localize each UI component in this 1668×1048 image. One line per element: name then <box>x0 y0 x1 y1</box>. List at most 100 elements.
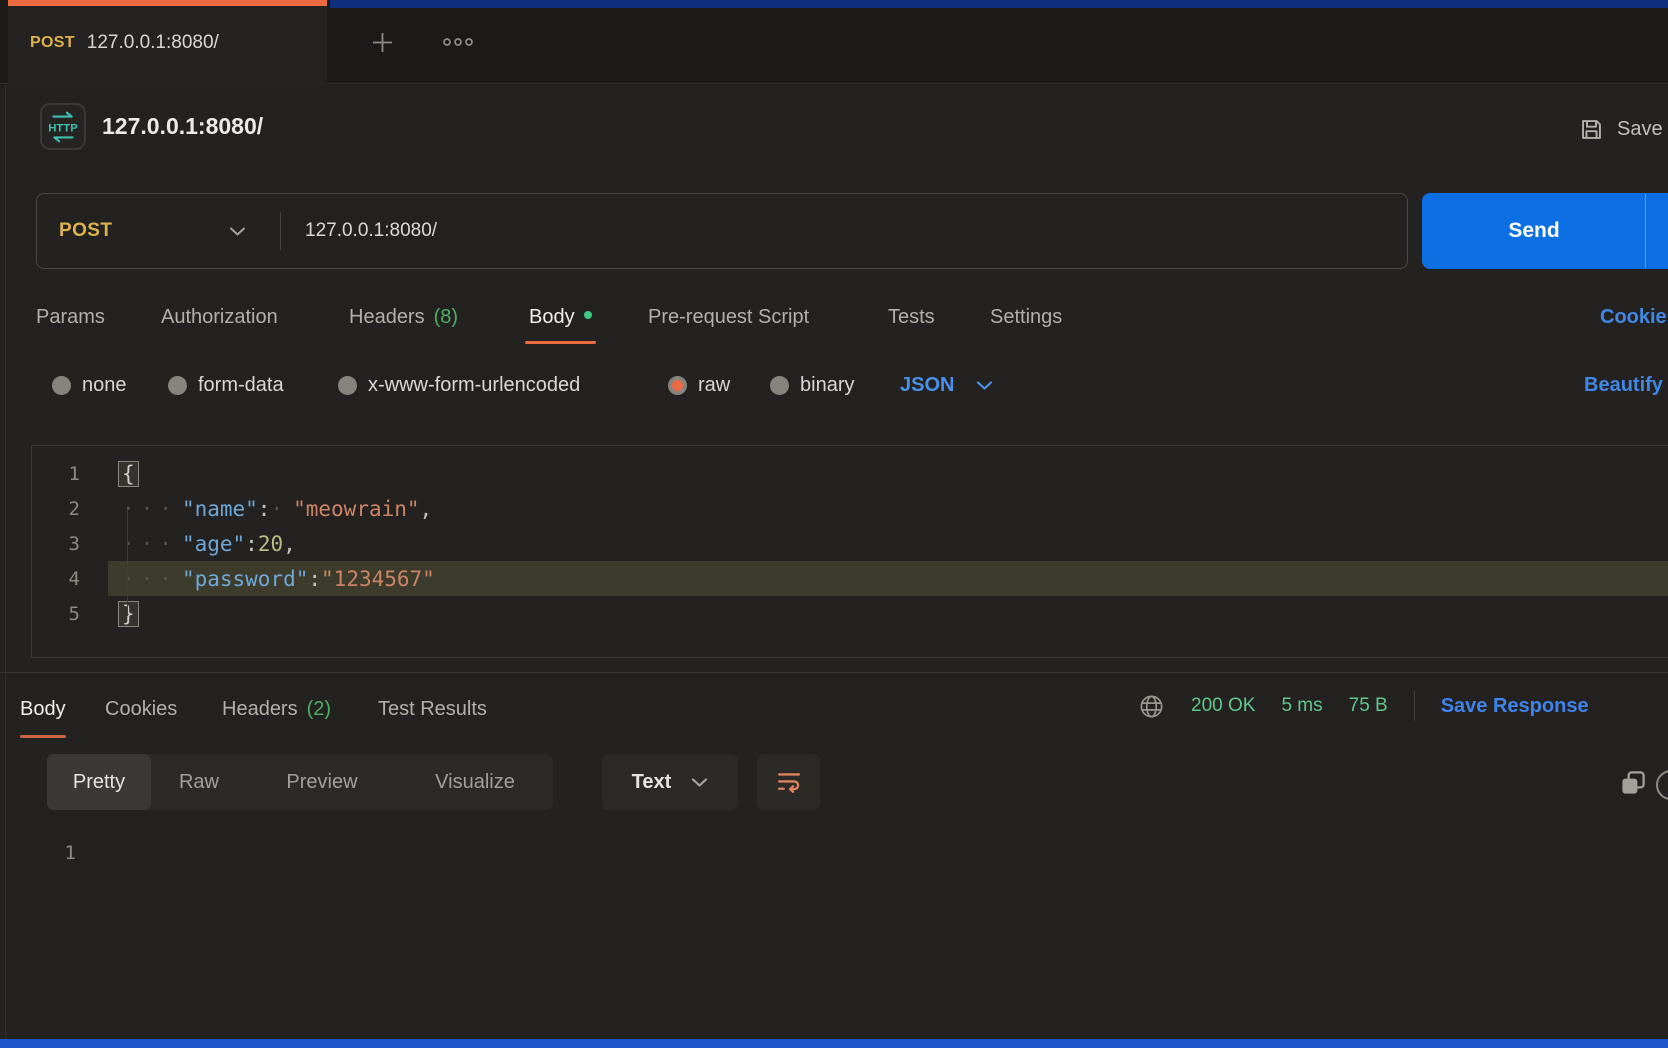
view-tab-pretty[interactable]: Pretty <box>47 754 151 810</box>
tab-label: Headers <box>349 306 425 329</box>
token-key: "age" <box>182 532 245 556</box>
request-tab-params[interactable]: Params <box>36 290 105 344</box>
code-line-2[interactable]: 2···"name":·"meowrain", <box>32 491 1668 526</box>
save-button[interactable]: Save <box>1578 110 1668 148</box>
request-tab-settings[interactable]: Settings <box>990 290 1062 344</box>
send-button[interactable]: Send <box>1422 193 1668 269</box>
method-select[interactable]: POST <box>59 194 259 268</box>
response-tab-headers[interactable]: Headers (2) <box>222 678 331 740</box>
tab-label: Settings <box>990 306 1062 329</box>
token-p: : <box>258 497 271 521</box>
request-window-tab[interactable]: POST 127.0.0.1:8080/ <box>8 0 327 85</box>
response-tab-cookies[interactable]: Cookies <box>105 678 177 740</box>
wrap-lines-button[interactable] <box>757 754 820 810</box>
body-mode-label: raw <box>698 374 730 397</box>
token-ws: ··· <box>122 532 178 556</box>
radio-unselected <box>52 376 71 395</box>
response-line-number: 1 <box>28 842 76 864</box>
body-mode-binary[interactable]: binary <box>770 358 854 412</box>
radio-unselected <box>168 376 187 395</box>
beautify-link[interactable]: Beautify <box>1584 358 1668 412</box>
tab-label: Test Results <box>378 698 487 721</box>
format-select[interactable]: Text <box>602 754 738 810</box>
code-line-3[interactable]: 3 ···"age":20, <box>32 526 1668 561</box>
tab-method-badge: POST <box>30 34 75 52</box>
response-tab-test-results[interactable]: Test Results <box>378 678 487 740</box>
token-ws: ··· <box>122 567 178 591</box>
code-line-5[interactable]: 5} <box>32 596 1668 631</box>
view-tab-preview[interactable]: Preview <box>247 754 397 810</box>
request-tab-authorization[interactable]: Authorization <box>161 290 278 344</box>
bracket-guide <box>127 510 128 616</box>
radio-unselected <box>338 376 357 395</box>
token-brace: } <box>118 601 139 627</box>
body-mode-label: form-data <box>198 374 284 397</box>
window-bottom-accent <box>0 1039 1668 1048</box>
body-mode-none[interactable]: none <box>52 358 127 412</box>
body-mode-label: binary <box>800 374 854 397</box>
tab-label: Tests <box>888 306 935 329</box>
code-line-content: ···"password":"1234567" <box>108 561 1668 596</box>
new-tab-button[interactable] <box>360 24 404 60</box>
url-input[interactable]: 127.0.0.1:8080/ <box>305 194 437 268</box>
response-size[interactable]: 75 B <box>1349 695 1388 717</box>
save-label: Save <box>1617 118 1663 141</box>
code-line-1[interactable]: 1{ <box>32 456 1668 491</box>
token-p: , <box>283 532 296 556</box>
token-ws: ··· <box>122 497 178 521</box>
tab-options-button[interactable] <box>436 24 480 60</box>
request-tab-tests[interactable]: Tests <box>888 290 935 344</box>
view-tab-visualize[interactable]: Visualize <box>397 754 553 810</box>
token-key: "password" <box>182 567 308 591</box>
copy-icon <box>1618 768 1648 798</box>
language-label: JSON <box>900 374 954 397</box>
line-number: 3 <box>32 533 80 555</box>
ellipsis-icon <box>442 37 474 47</box>
tab-label: Body <box>20 698 66 721</box>
response-tab-body[interactable]: Body <box>20 678 66 740</box>
response-section-divider <box>0 672 1668 673</box>
response-toolbar: PrettyRawPreviewVisualize Text <box>0 754 1668 810</box>
tab-label: Body <box>529 306 575 329</box>
response-time[interactable]: 5 ms <box>1281 695 1322 717</box>
body-mode-raw[interactable]: raw <box>668 358 730 412</box>
save-icon <box>1578 116 1605 143</box>
code-line-content: { <box>108 456 1668 491</box>
send-label: Send <box>1452 193 1616 269</box>
tab-count-badge: (2) <box>307 698 331 721</box>
request-body-editor[interactable]: 1{2···"name":·"meowrain",3···"age":20,4·… <box>31 445 1668 658</box>
tab-count-badge: (8) <box>434 306 458 329</box>
language-select[interactable]: JSON <box>900 358 993 412</box>
request-tab-body[interactable]: Body <box>529 290 592 344</box>
body-mode-form-data[interactable]: form-data <box>168 358 284 412</box>
token-p: : <box>245 532 258 556</box>
code-line-content: } <box>108 596 1668 631</box>
method-label: POST <box>59 220 112 242</box>
line-number: 1 <box>32 463 80 485</box>
tab-label: Cookies <box>105 698 177 721</box>
request-tab-headers[interactable]: Headers (8) <box>349 290 458 344</box>
code-line-4[interactable]: 4···"password":"1234567" <box>32 561 1668 596</box>
save-response-link[interactable]: Save Response <box>1441 695 1589 718</box>
request-tabs: Params Authorization Headers (8) Body Pre-req… <box>0 290 1668 344</box>
code-line-content: ···"age":20, <box>108 526 1668 561</box>
radio-unselected <box>770 376 789 395</box>
search-icon[interactable] <box>1656 770 1668 800</box>
http-icon: HTTP <box>43 107 83 147</box>
copy-response-button[interactable] <box>1616 766 1650 800</box>
body-mode-x-www-form-urlencoded[interactable]: x-www-form-urlencoded <box>338 358 580 412</box>
format-label: Text <box>632 771 672 794</box>
view-tab-raw[interactable]: Raw <box>151 754 247 810</box>
plus-icon <box>369 29 396 56</box>
response-view-switcher: PrettyRawPreviewVisualize <box>47 754 553 810</box>
tab-label: Headers <box>222 698 298 721</box>
request-tab-pre-request-script[interactable]: Pre-request Script <box>648 290 809 344</box>
window-top-accent <box>330 0 1668 8</box>
body-mode-label: x-www-form-urlencoded <box>368 374 580 397</box>
tab-label: Params <box>36 306 105 329</box>
cookies-link[interactable]: Cookies <box>1600 290 1668 344</box>
status-code[interactable]: 200 OK <box>1191 695 1255 717</box>
response-status-bar: 200 OK 5 ms 75 B Save Response <box>1138 678 1589 734</box>
token-str: "1234567" <box>321 567 435 591</box>
svg-text:HTTP: HTTP <box>48 122 78 134</box>
